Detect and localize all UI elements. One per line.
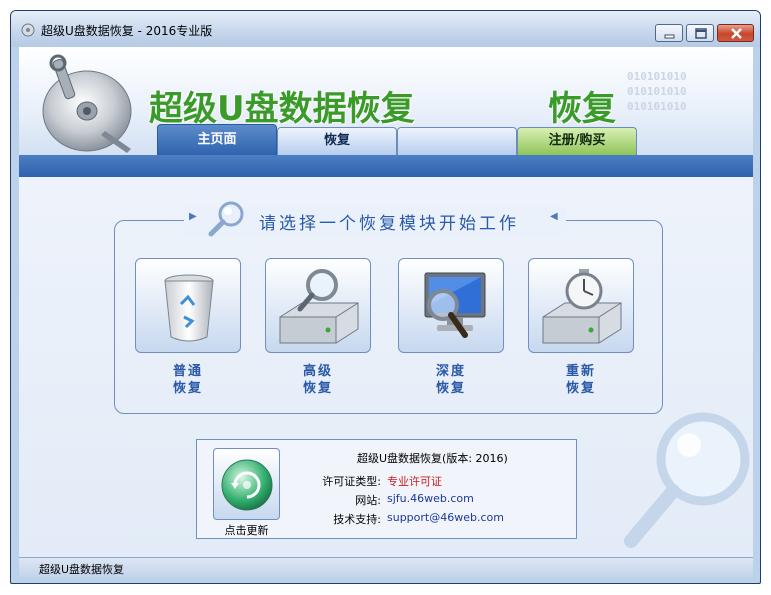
tab-blank[interactable] — [397, 127, 517, 155]
binary-decoration: 010101010 010101010 010101010 — [627, 70, 687, 113]
update-disc-icon — [221, 459, 273, 511]
tab-home[interactable]: 主页面 — [157, 124, 277, 155]
normal-recover-button[interactable] — [135, 258, 241, 353]
update-button[interactable] — [213, 448, 280, 520]
normal-recover-label: 普通 恢复 — [172, 364, 203, 396]
magnifier-decoration-icon — [624, 412, 750, 548]
drive-stopwatch-icon — [542, 269, 622, 344]
deep-recover-label: 深度 恢复 — [435, 364, 466, 396]
minimize-icon — [664, 34, 675, 39]
monitor-magnifier-icon — [424, 272, 486, 338]
close-icon — [731, 28, 742, 39]
brand-fragment: 恢复 — [548, 89, 616, 129]
arrow-right-icon: ▶ — [189, 211, 197, 222]
maximize-icon — [695, 28, 707, 39]
drive-magnifier-icon — [279, 269, 359, 344]
update-label: 点击更新 — [224, 524, 269, 537]
main-content: ▶ 请选择一个恢复模块开始工作 ◀ 普通 恢复 高级 恢复 深度 恢复 重新 恢… — [19, 177, 753, 557]
website-link[interactable]: sjfu.46web.com — [387, 492, 474, 505]
magnifier-icon — [208, 201, 244, 237]
advanced-recover-button[interactable] — [265, 258, 371, 353]
header-banner: 010101010 010101010 010101010 超级U盘数据恢复 恢… — [19, 47, 753, 165]
support-key: 技术支持: — [333, 513, 381, 526]
advanced-recover-label: 高级 恢复 — [302, 364, 333, 396]
deep-recover-button[interactable] — [398, 258, 504, 353]
close-button[interactable] — [717, 24, 754, 42]
module-prompt: 请选择一个恢复模块开始工作 — [259, 214, 519, 234]
tab-register[interactable]: 注册/购买 — [517, 127, 637, 155]
website-key: 网站: — [355, 494, 381, 507]
tab-recover[interactable]: 恢复 — [277, 127, 397, 155]
maximize-button[interactable] — [686, 24, 714, 42]
redo-recover-label: 重新 恢复 — [565, 364, 596, 396]
minimize-button[interactable] — [655, 24, 683, 42]
status-bar: 超级U盘数据恢复 — [19, 557, 753, 577]
status-text: 超级U盘数据恢复 — [39, 563, 125, 576]
recycle-bin-icon — [164, 274, 214, 342]
license-key: 许可证类型: — [322, 475, 381, 488]
redo-recover-button[interactable] — [528, 258, 634, 353]
info-panel: 点击更新 超级U盘数据恢复(版本: 2016) 许可证类型: 专业许可证 网站:… — [196, 439, 577, 539]
arrow-left-icon: ◀ — [550, 211, 558, 222]
version-title: 超级U盘数据恢复(版本: 2016) — [357, 452, 508, 465]
client-area: 010101010 010101010 010101010 超级U盘数据恢复 恢… — [19, 47, 753, 577]
app-window: 超级U盘数据恢复 - 2016专业版 010101010 010101010 0… — [10, 10, 761, 584]
license-value: 专业许可证 — [387, 475, 442, 488]
title-bar[interactable]: 超级U盘数据恢复 - 2016专业版 — [11, 11, 760, 47]
window-title: 超级U盘数据恢复 - 2016专业版 — [41, 24, 213, 38]
support-email-link[interactable]: support@46web.com — [387, 511, 504, 524]
disk-with-wrench-icon — [42, 54, 132, 153]
app-icon — [21, 23, 35, 37]
tab-underline-strip — [19, 155, 753, 177]
